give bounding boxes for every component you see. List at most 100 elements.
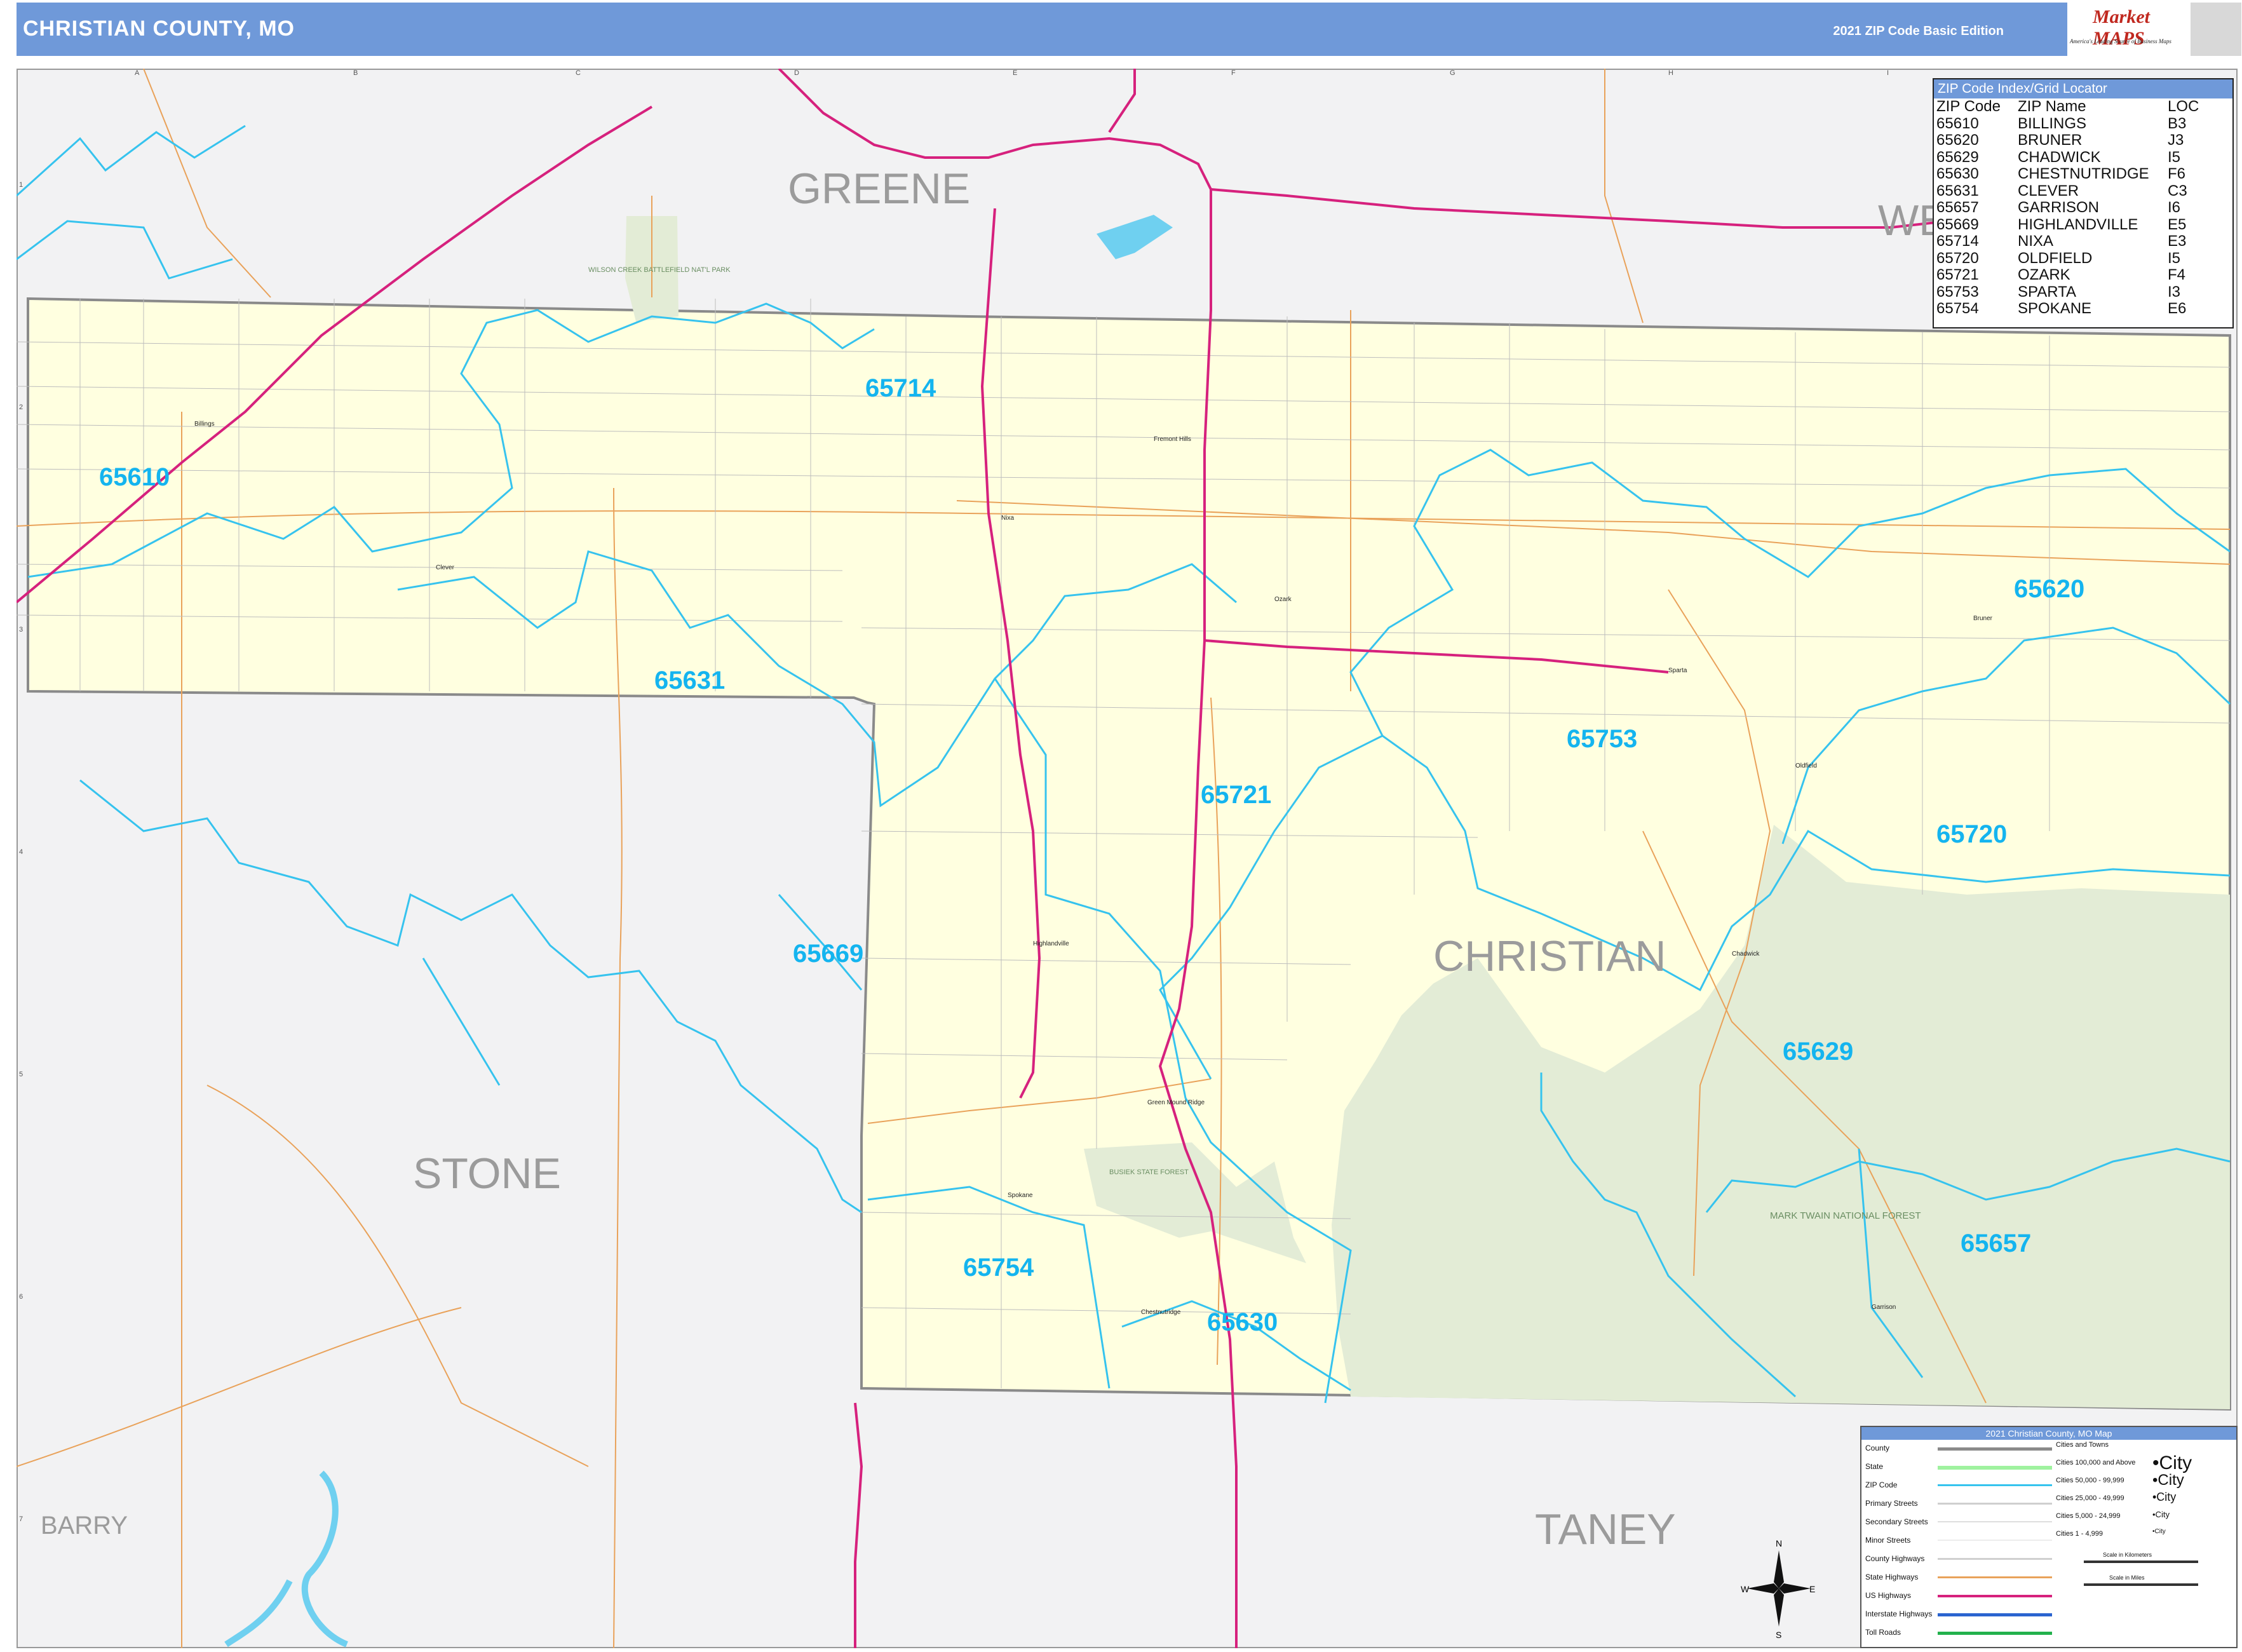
legend-city-sample: •City bbox=[2152, 1472, 2184, 1489]
town-label: Highlandville bbox=[1033, 940, 1069, 947]
grid-row-5: 5 bbox=[19, 1071, 23, 1078]
zip-label: 65753 bbox=[1567, 725, 1637, 753]
zip-name-cell: SPARTA bbox=[2018, 283, 2077, 301]
legend-scale-km: Scale in Kilometers bbox=[2103, 1552, 2152, 1558]
compass-e: E bbox=[1809, 1584, 1815, 1594]
compass-n: N bbox=[1776, 1538, 1782, 1548]
zip-loc-cell: I6 bbox=[2168, 199, 2181, 216]
zip-label: 65631 bbox=[654, 667, 725, 694]
town-label: Chadwick bbox=[1732, 951, 1760, 958]
compass-s: S bbox=[1776, 1630, 1781, 1639]
zip-label: 65657 bbox=[1961, 1229, 2031, 1257]
compass-w: W bbox=[1741, 1584, 1750, 1594]
zip-index-row: 65714 NIXA E3 bbox=[1934, 233, 2232, 250]
park-label: WILSON CREEK BATTLEFIELD NAT'L PARK bbox=[588, 266, 731, 274]
legend-item-label: County Highways bbox=[1865, 1554, 1925, 1563]
legend-line-swatch bbox=[1938, 1503, 2052, 1505]
legend-line-swatch bbox=[1938, 1632, 2052, 1635]
legend-line-swatch bbox=[1938, 1521, 2052, 1522]
zip-loc-cell: E5 bbox=[2168, 215, 2187, 233]
grid-col-g: G bbox=[1450, 69, 1455, 77]
legend-item-label: State Highways bbox=[1865, 1573, 1919, 1581]
zip-name-cell: NIXA bbox=[2018, 233, 2054, 250]
town-label: Garrison bbox=[1872, 1304, 1896, 1311]
zip-name-cell: OZARK bbox=[2018, 266, 2070, 283]
legend-city-sample: •City bbox=[2152, 1491, 2177, 1503]
grid-col-f: F bbox=[1231, 69, 1236, 77]
map-legend: 2021 Christian County, MO Map County Stat… bbox=[1860, 1426, 2238, 1648]
zip-loc-cell: F6 bbox=[2168, 165, 2186, 182]
legend-city-sample: •City bbox=[2152, 1509, 2170, 1519]
grid-col-d: D bbox=[794, 69, 799, 77]
town-label: Sparta bbox=[1668, 667, 1687, 674]
zip-code-cell: 65753 bbox=[1936, 283, 1979, 301]
zip-name-cell: OLDFIELD bbox=[2018, 249, 2093, 267]
zip-label: 65610 bbox=[99, 463, 170, 491]
legend-line-swatch bbox=[1938, 1613, 2052, 1616]
legend-item-label: County bbox=[1865, 1444, 1890, 1452]
zip-index-title: ZIP Code Index/Grid Locator bbox=[1934, 79, 2232, 98]
zip-label: 65620 bbox=[2014, 575, 2084, 603]
legend-line-swatch bbox=[1938, 1576, 2052, 1578]
zip-index-row: 65721 OZARK F4 bbox=[1934, 266, 2232, 284]
zip-code-cell: 65657 bbox=[1936, 199, 1979, 216]
scale-bar-km bbox=[2084, 1561, 2198, 1563]
grid-row-4: 4 bbox=[19, 848, 23, 856]
zip-name-cell: CHADWICK bbox=[2018, 148, 2101, 166]
state-forest-label: BUSIEK STATE FOREST bbox=[1109, 1168, 1189, 1176]
zip-loc-cell: C3 bbox=[2168, 182, 2187, 200]
zip-index-row: 65720 OLDFIELD I5 bbox=[1934, 250, 2232, 267]
forest-label: MARK TWAIN NATIONAL FOREST bbox=[1770, 1210, 1921, 1221]
zip-code-cell: 65620 bbox=[1936, 132, 1979, 149]
grid-col-c: C bbox=[576, 69, 581, 77]
zip-index-row: 65753 SPARTA I3 bbox=[1934, 283, 2232, 301]
zip-loc-cell: I5 bbox=[2168, 249, 2181, 267]
legend-line-swatch bbox=[1938, 1540, 2052, 1541]
zip-code-cell: 65630 bbox=[1936, 165, 1979, 182]
zip-index-row: 65620 BRUNER J3 bbox=[1934, 132, 2232, 149]
zip-index-row: 65669 HIGHLANDVILLE E5 bbox=[1934, 215, 2232, 234]
legend-item-label: State bbox=[1865, 1462, 1884, 1471]
map-canvas[interactable]: A B C D E F G H I 1 2 3 4 5 6 7 GREENE W… bbox=[17, 69, 2238, 1648]
zip-name-cell: SPOKANE bbox=[2018, 300, 2092, 317]
legend-city-size-label: Cities 5,000 - 24,999 bbox=[2056, 1512, 2121, 1520]
town-label: Chestnutridge bbox=[1141, 1309, 1181, 1316]
zip-loc-cell: J3 bbox=[2168, 132, 2184, 149]
grid-row-2: 2 bbox=[19, 403, 23, 411]
legend-line-swatch bbox=[1938, 1466, 2052, 1470]
town-label: Ozark bbox=[1274, 596, 1292, 603]
county-label-christian: CHRISTIAN bbox=[1433, 932, 1666, 980]
town-label: Billings bbox=[194, 421, 215, 428]
map-frame[interactable]: A B C D E F G H I 1 2 3 4 5 6 7 GREENE W… bbox=[17, 69, 2238, 1648]
edition-label: 2021 ZIP Code Basic Edition bbox=[1833, 24, 2004, 38]
compass-rose: N S W E bbox=[1741, 1538, 1817, 1640]
grid-row-3: 3 bbox=[19, 626, 23, 633]
legend-line-swatch bbox=[1938, 1595, 2052, 1597]
legend-city-size-label: Cities 1 - 4,999 bbox=[2056, 1530, 2103, 1538]
zip-index-rows: 65610 BILLINGS B3 65620 BRUNER J3 65629 CHADWIC… bbox=[1934, 114, 2232, 318]
zip-index-row: 65630 CHESTNUTRIDGE F6 bbox=[1934, 165, 2232, 183]
county-label-stone: STONE bbox=[413, 1149, 561, 1198]
zip-label: 65754 bbox=[963, 1254, 1034, 1282]
zip-label: 65714 bbox=[865, 374, 936, 402]
zip-code-cell: 65610 bbox=[1936, 114, 1979, 132]
zip-loc-cell: I3 bbox=[2168, 283, 2181, 301]
legend-cities-title: Cities and Towns bbox=[2056, 1441, 2109, 1449]
zip-name-cell: CLEVER bbox=[2018, 182, 2079, 200]
grid-col-h: H bbox=[1668, 69, 1673, 77]
zip-index-row: 65629 CHADWICK I5 bbox=[1934, 149, 2232, 166]
legend-item-label: ZIP Code bbox=[1865, 1480, 1898, 1489]
grid-col-i: I bbox=[1887, 69, 1889, 77]
zip-index-panel: ZIP Code Index/Grid Locator ZIP Code ZIP… bbox=[1933, 78, 2234, 328]
legend-line-swatch bbox=[1938, 1484, 2052, 1486]
legend-item-label: Primary Streets bbox=[1865, 1499, 1918, 1508]
zip-name-cell: BRUNER bbox=[2018, 132, 2083, 149]
zip-code-cell: 65721 bbox=[1936, 266, 1979, 283]
legend-line-swatch bbox=[1938, 1558, 2052, 1560]
zip-loc-cell: B3 bbox=[2168, 114, 2187, 132]
map-title: CHRISTIAN COUNTY, MO bbox=[23, 17, 295, 41]
county-label-taney: TANEY bbox=[1535, 1505, 1676, 1554]
legend-title: 2021 Christian County, MO Map bbox=[1861, 1427, 2236, 1440]
grid-col-e: E bbox=[1013, 69, 1017, 77]
zip-label: 65630 bbox=[1207, 1308, 1278, 1336]
